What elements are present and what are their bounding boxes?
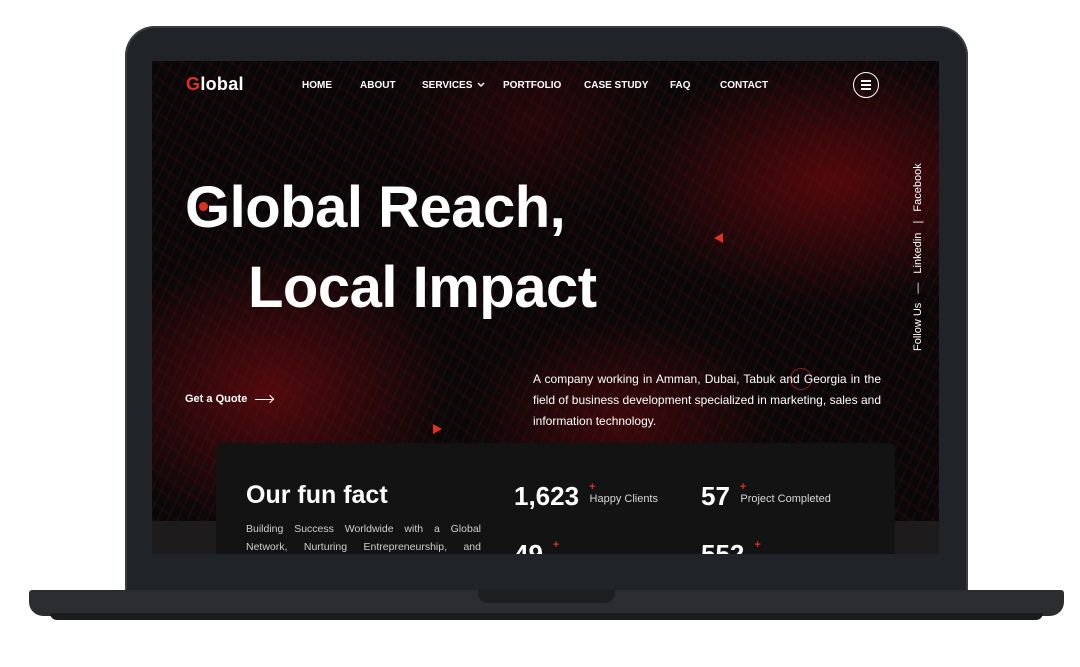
arrow-right-icon xyxy=(255,398,274,400)
nav-about[interactable]: ABOUT xyxy=(360,80,396,91)
chevron-down-icon xyxy=(477,82,485,88)
stat-happy-clients: 1,623 + Happy Clients xyxy=(514,481,658,511)
fun-fact-card: Our fun fact Building Success Worldwide … xyxy=(216,443,895,554)
plus-icon: + xyxy=(552,539,560,551)
stat-label: Happy Clients xyxy=(589,493,658,505)
social-separator: | xyxy=(912,220,924,224)
hero-title-line-2: Local Impact xyxy=(248,255,597,320)
plus-icon: + xyxy=(589,481,596,493)
nav-services-label: SERVICES xyxy=(422,80,473,91)
logo[interactable]: Global xyxy=(186,74,244,95)
logo-letter: G xyxy=(186,74,201,94)
hamburger-icon[interactable] xyxy=(853,72,879,98)
plus-icon: + xyxy=(754,539,761,551)
hero-description: A company working in Amman, Dubai, Tabuk… xyxy=(533,372,881,428)
stat-third: 49 + xyxy=(514,539,560,554)
laptop-base-shadow xyxy=(50,613,1043,620)
linkedin-link[interactable]: Linkedin xyxy=(912,233,924,274)
accent-dot xyxy=(199,202,208,211)
triangle-decoration xyxy=(714,233,723,243)
stat-value: 57 xyxy=(701,481,730,511)
stat-projects-completed: 57 + Project Completed xyxy=(701,481,831,511)
nav-services[interactable]: SERVICES xyxy=(422,80,485,91)
stat-value: 1,623 xyxy=(514,481,580,511)
laptop-screen: Global HOME ABOUT SERVICES PORTFOLIO CAS… xyxy=(152,61,939,554)
follow-us-label: Follow Us xyxy=(912,302,924,351)
hero-title-line-1: Global Reach, xyxy=(185,175,566,240)
triangle-decoration xyxy=(433,424,442,434)
nav-home[interactable]: HOME xyxy=(302,80,332,91)
social-links: Follow Us — Linkedin | Facebook xyxy=(912,157,924,351)
fun-fact-title: Our fun fact xyxy=(246,481,388,509)
stat-value: 552 xyxy=(701,539,745,554)
stat-fourth: 552 + xyxy=(701,539,761,554)
social-separator: — xyxy=(912,282,924,294)
nav-faq[interactable]: FAQ xyxy=(670,80,691,91)
laptop-notch xyxy=(478,590,615,603)
plus-icon: + xyxy=(739,481,747,493)
stat-label: Project Completed xyxy=(740,493,831,505)
fun-fact-text: Building Success Worldwide with a Global… xyxy=(246,523,481,553)
nav-portfolio[interactable]: PORTFOLIO xyxy=(503,80,561,91)
get-quote-button[interactable]: Get a Quote xyxy=(185,393,274,405)
get-quote-label: Get a Quote xyxy=(185,393,248,405)
nav-contact[interactable]: CONTACT xyxy=(720,80,768,91)
stat-value: 49 xyxy=(514,539,543,554)
logo-text: lobal xyxy=(200,74,244,94)
nav-case-study[interactable]: CASE STUDY xyxy=(584,80,648,91)
facebook-link[interactable]: Facebook xyxy=(912,163,924,211)
